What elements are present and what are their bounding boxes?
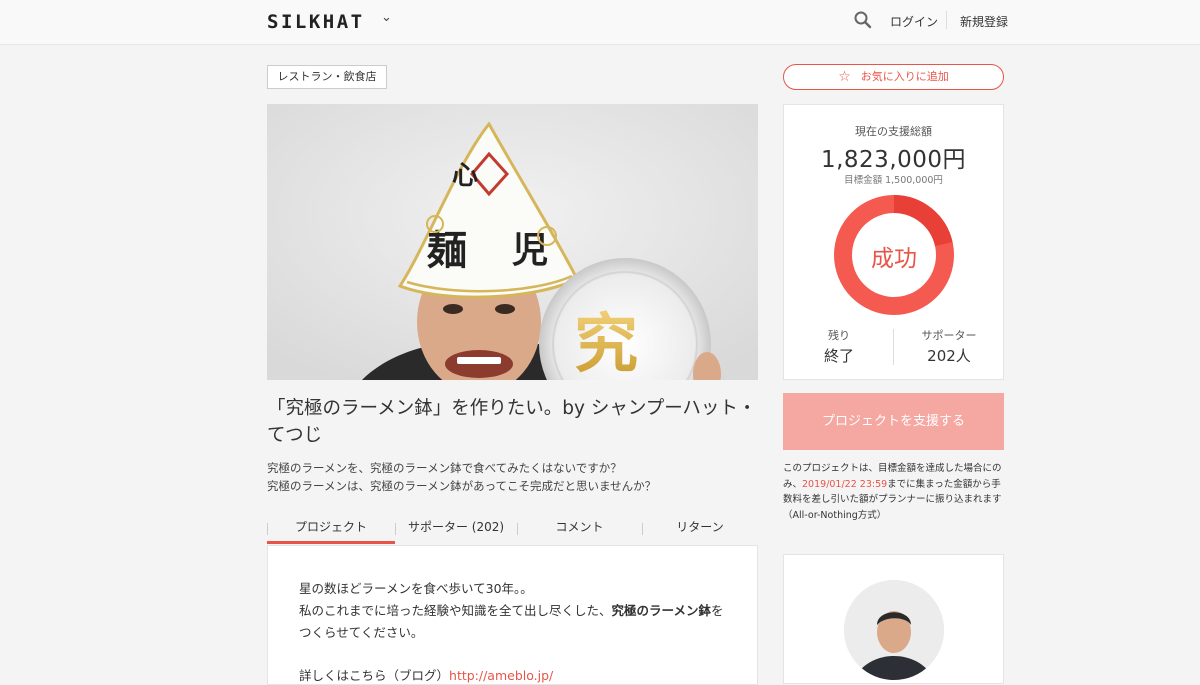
category-tag[interactable]: レストラン・飲食店 [267, 65, 387, 89]
avatar-illustration [844, 580, 944, 680]
body-text-segment: 私のこれまでに培った経験や知識を全て出し尽くした、 [299, 603, 612, 618]
tab-returns[interactable]: リターン [642, 513, 758, 545]
add-favorite-button[interactable]: ☆ お気に入りに追加 [783, 64, 1004, 90]
funding-card: 現在の支援総額 1,823,000円 目標金額 1,500,000円 成功 残り… [783, 104, 1004, 380]
top-header: SILKHAT ⌄ ログイン 新規登録 [0, 0, 1200, 45]
support-project-button[interactable]: プロジェクトを支援する [783, 393, 1004, 450]
body-line: 星の数ほどラーメンを食べ歩いて30年。。 [299, 581, 533, 596]
project-tabs: プロジェクト サポーター (202) コメント リターン [267, 513, 758, 545]
silkhat-logo[interactable]: SILKHAT [267, 11, 365, 33]
body-strong-text: 究極のラーメン鉢 [611, 603, 712, 618]
project-hero-image: 麺 児 心 究 [267, 104, 758, 380]
remaining-label: 残り [828, 329, 850, 342]
funding-target: 目標金額 1,500,000円 [844, 175, 943, 186]
project-title: 「究極のラーメン鉢」を作りたい。by シャンプーハット・てつじ [267, 398, 757, 446]
funding-amount: 1,823,000円 [820, 147, 967, 173]
header-divider [946, 11, 947, 29]
svg-text:児: 児 [512, 229, 548, 271]
login-link[interactable]: ログイン [890, 13, 938, 30]
svg-text:心: 心 [452, 161, 478, 191]
blog-link[interactable]: http://ameblo.jp/ [449, 668, 553, 683]
body-link-prefix: 詳しくはこちら（ブログ） [299, 668, 450, 683]
tab-supporters[interactable]: サポーター (202) [395, 513, 517, 545]
body-line: 私のこれまでに培った経験や知識を全て出し尽くした、究極のラーメン鉢を [299, 600, 739, 622]
project-body-text: 星の数ほどラーメンを食べ歩いて30年。。 私のこれまでに培った経験や知識を全て出… [299, 578, 739, 644]
planner-avatar[interactable] [844, 580, 944, 680]
all-or-nothing-note: このプロジェクトは、目標金額を達成した場合にのみ、2019/01/22 23:5… [783, 461, 1004, 523]
funding-label: 現在の支援総額 [855, 125, 932, 138]
description-line: 究極のラーメンを、究極のラーメン鉢で食べてみたくはないですか？ [267, 461, 622, 475]
planner-card [783, 554, 1004, 684]
supporters-label: サポーター [921, 329, 977, 342]
chevron-down-icon[interactable]: ⌄ [381, 10, 392, 25]
body-text-segment: を [711, 603, 724, 618]
remaining-value: 終了 [823, 347, 854, 365]
active-tab-indicator [267, 541, 395, 544]
favorite-label: お気に入りに追加 [860, 70, 949, 83]
body-line: つくらせてください。 [299, 625, 424, 640]
project-description: 究極のラーメンを、究極のラーメン鉢で食べてみたくはないですか？ 究極のラーメンは… [267, 459, 758, 495]
search-icon[interactable] [853, 10, 873, 30]
deadline-date: 2019/01/22 23:59 [802, 478, 888, 490]
description-line: 究極のラーメンは、究極のラーメン鉢があってこそ完成だと思いませんか？ [267, 479, 657, 493]
supporters-value: 202人 [927, 347, 971, 365]
body-link-line: 詳しくはこちら（ブログ）http://ameblo.jp/ [299, 665, 553, 684]
project-body: 星の数ほどラーメンを食べ歩いて30年。。 私のこれまでに培った経験や知識を全て出… [267, 545, 758, 685]
svg-text:麺: 麺 [427, 227, 467, 274]
signup-link[interactable]: 新規登録 [960, 13, 1008, 30]
hero-illustration: 麺 児 心 究 [267, 104, 758, 380]
tab-comments[interactable]: コメント [517, 513, 642, 545]
star-icon: ☆ [838, 69, 851, 85]
funding-status: 成功 [871, 246, 917, 272]
svg-text:究: 究 [574, 307, 638, 380]
